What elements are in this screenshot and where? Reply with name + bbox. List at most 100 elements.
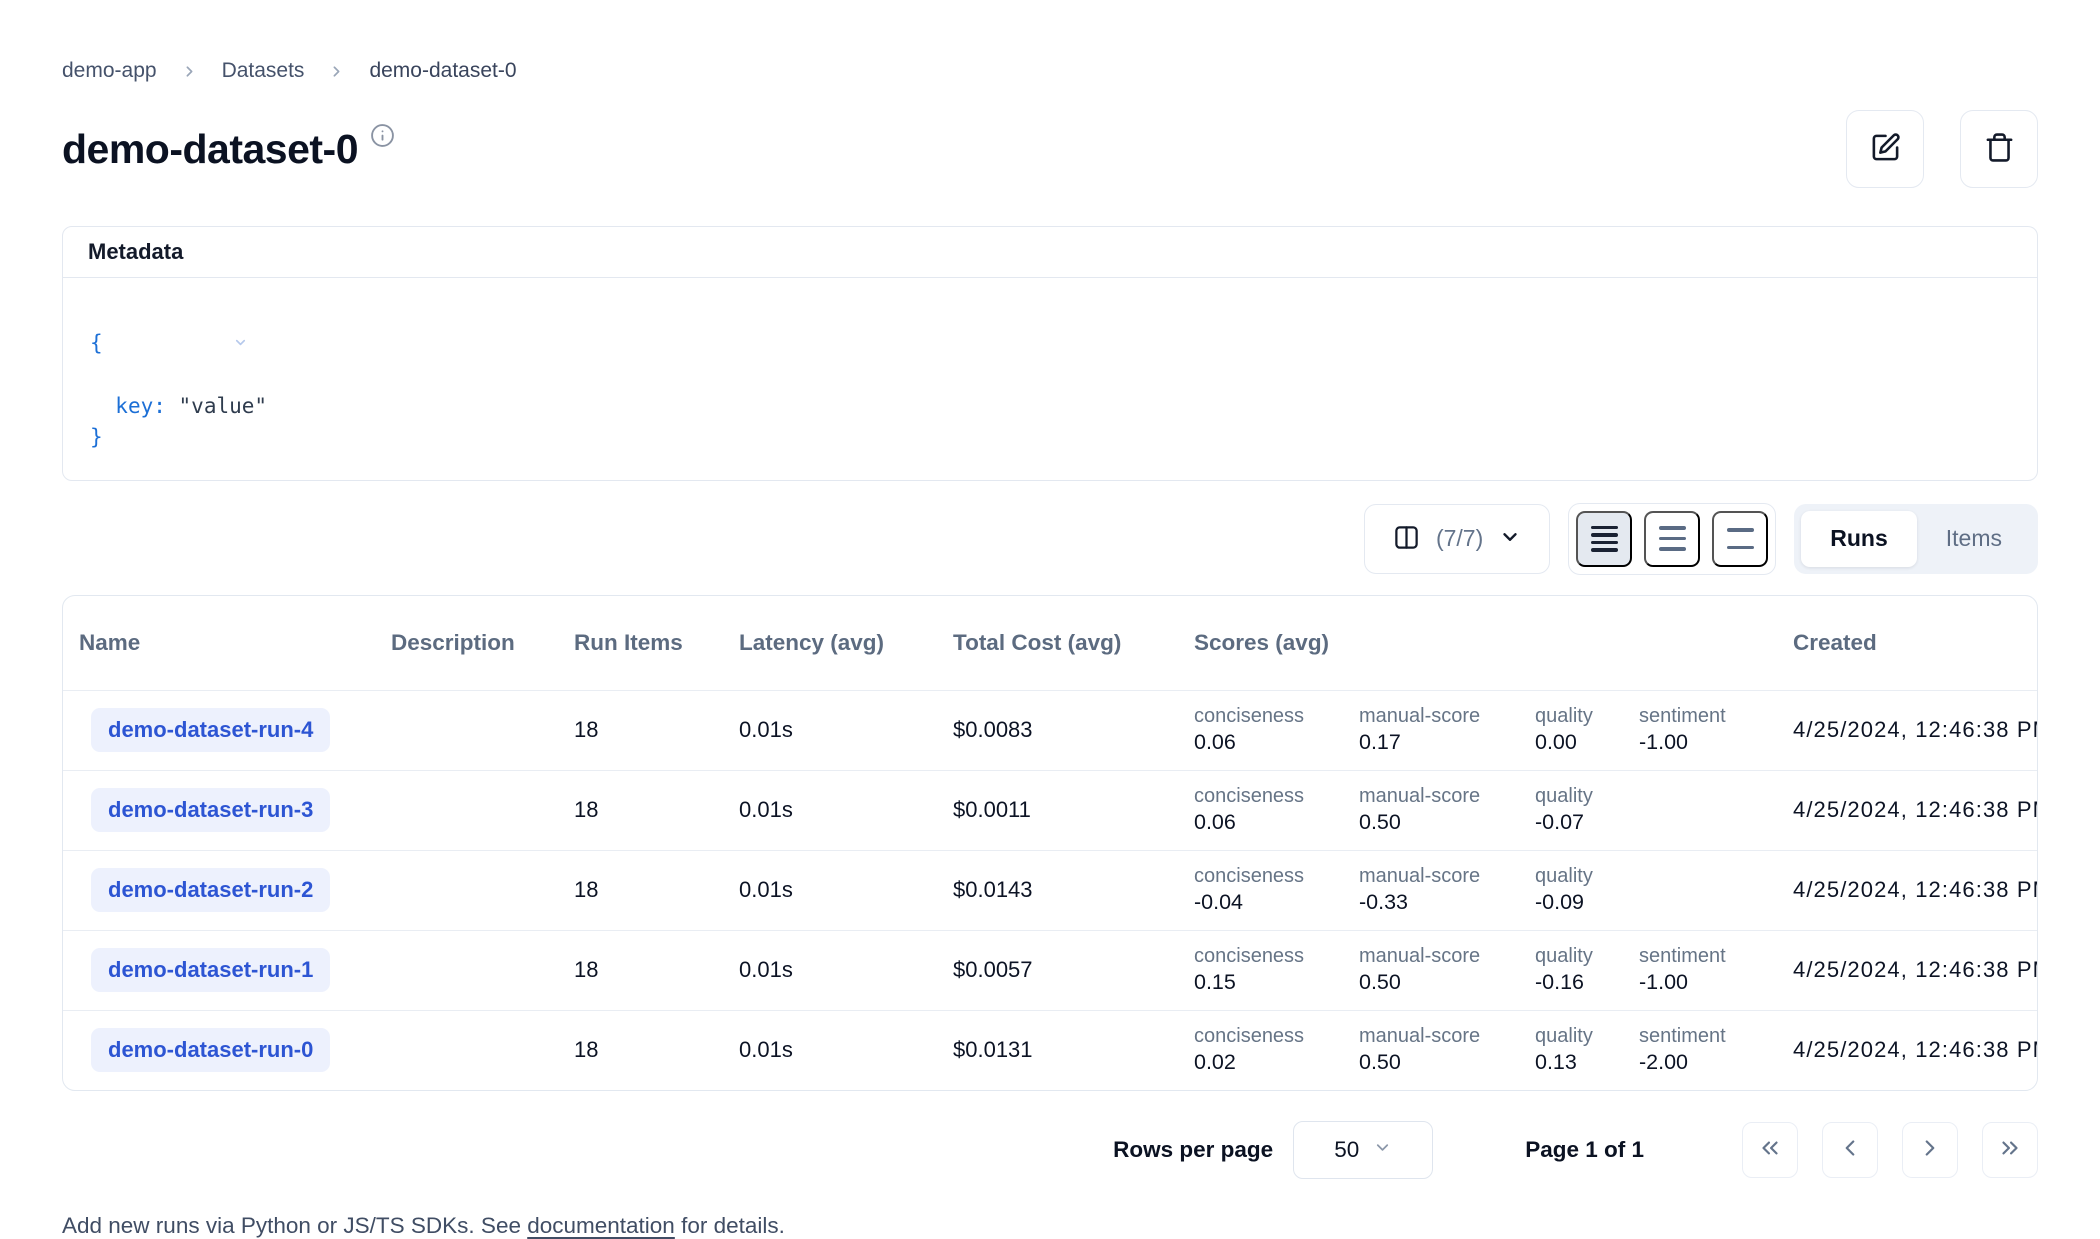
cell-description xyxy=(379,690,562,770)
cell-run-items: 18 xyxy=(562,690,727,770)
table-row: demo-dataset-run-3 18 0.01s $0.0011 conc… xyxy=(63,770,2038,850)
chevron-down-icon xyxy=(1499,526,1521,551)
cell-scores: conciseness0.06 manual-score0.17 quality… xyxy=(1182,690,1781,770)
documentation-link[interactable]: documentation xyxy=(527,1213,675,1238)
pagination-bar: Rows per page 50 Page 1 of 1 xyxy=(62,1121,2038,1179)
table-toolbar: (7/7) Runs Items xyxy=(62,503,2038,575)
tab-runs[interactable]: Runs xyxy=(1801,511,1917,567)
cell-scores: conciseness0.06 manual-score0.50 quality… xyxy=(1182,770,1781,850)
table-row: demo-dataset-run-4 18 0.01s $0.0083 conc… xyxy=(63,690,2038,770)
chevron-right-icon xyxy=(181,63,198,80)
column-header-description: Description xyxy=(379,596,562,691)
cell-created: 4/25/2024, 12:46:38 PM xyxy=(1781,770,2038,850)
cell-latency: 0.01s xyxy=(727,690,941,770)
cell-total-cost: $0.0011 xyxy=(941,770,1182,850)
column-header-scores: Scores (avg) xyxy=(1182,596,1781,691)
page-title: demo-dataset-0 xyxy=(62,121,358,177)
cell-description xyxy=(379,930,562,1010)
cell-total-cost: $0.0057 xyxy=(941,930,1182,1010)
cell-created: 4/25/2024, 12:46:38 PM xyxy=(1781,850,2038,930)
breadcrumb-datasets[interactable]: Datasets xyxy=(222,56,305,86)
column-header-latency: Latency (avg) xyxy=(727,596,941,691)
delete-dataset-button[interactable] xyxy=(1960,110,2038,188)
cell-total-cost: $0.0131 xyxy=(941,1010,1182,1090)
rows-per-page-value: 50 xyxy=(1334,1137,1359,1163)
cell-scores: conciseness0.15 manual-score0.50 quality… xyxy=(1182,930,1781,1010)
page-status: Page 1 of 1 xyxy=(1525,1137,1644,1163)
row-height-medium-icon xyxy=(1659,526,1686,530)
collapse-chevron-icon[interactable] xyxy=(107,296,248,391)
run-link[interactable]: demo-dataset-run-4 xyxy=(91,708,330,752)
cell-description xyxy=(379,770,562,850)
sdk-hint-text: Add new runs via Python or JS/TS SDKs. S… xyxy=(62,1213,2038,1239)
row-height-medium-button[interactable] xyxy=(1644,511,1700,567)
row-height-small-button[interactable] xyxy=(1576,511,1632,567)
edit-pencil-icon xyxy=(1870,132,1901,166)
column-count-label: (7/7) xyxy=(1436,525,1483,552)
json-open-brace: { xyxy=(90,328,103,360)
breadcrumb-project[interactable]: demo-app xyxy=(62,56,157,86)
columns-icon xyxy=(1393,524,1420,554)
cell-description xyxy=(379,1010,562,1090)
chevrons-left-icon xyxy=(1757,1135,1783,1164)
chevron-right-icon xyxy=(328,63,345,80)
cell-run-items: 18 xyxy=(562,1010,727,1090)
column-header-run-items: Run Items xyxy=(562,596,727,691)
metadata-card: Metadata { key: "value" } xyxy=(62,226,2038,481)
first-page-button[interactable] xyxy=(1742,1122,1798,1178)
cell-run-items: 18 xyxy=(562,930,727,1010)
title-row: demo-dataset-0 xyxy=(62,110,2038,188)
tab-items[interactable]: Items xyxy=(1917,511,2031,567)
cell-total-cost: $0.0083 xyxy=(941,690,1182,770)
json-value: "value" xyxy=(179,391,268,423)
cell-scores: conciseness-0.04 manual-score-0.33 quali… xyxy=(1182,850,1781,930)
cell-description xyxy=(379,850,562,930)
edit-dataset-button[interactable] xyxy=(1846,110,1924,188)
run-link[interactable]: demo-dataset-run-2 xyxy=(91,868,330,912)
breadcrumb: demo-app Datasets demo-dataset-0 xyxy=(62,56,2038,86)
chevrons-right-icon xyxy=(1997,1135,2023,1164)
json-close-brace: } xyxy=(90,422,103,454)
cell-created: 4/25/2024, 12:46:38 PM xyxy=(1781,930,2038,1010)
runs-table: Name Description Run Items Latency (avg)… xyxy=(63,596,2038,1090)
dataset-page: demo-app Datasets demo-dataset-0 demo-da… xyxy=(0,0,2100,1239)
column-visibility-button[interactable]: (7/7) xyxy=(1364,504,1550,574)
cell-created: 4/25/2024, 12:46:38 PM xyxy=(1781,1010,2038,1090)
runs-table-card: Name Description Run Items Latency (avg)… xyxy=(62,595,2038,1091)
column-header-name: Name xyxy=(63,596,379,691)
row-height-large-icon xyxy=(1727,528,1754,532)
run-link[interactable]: demo-dataset-run-1 xyxy=(91,948,330,992)
cell-created: 4/25/2024, 12:46:38 PM xyxy=(1781,690,2038,770)
chevron-down-icon xyxy=(1373,1137,1392,1163)
cell-latency: 0.01s xyxy=(727,930,941,1010)
breadcrumb-current-dataset[interactable]: demo-dataset-0 xyxy=(369,56,516,86)
metadata-card-title: Metadata xyxy=(63,227,2037,278)
sdk-hint-before: Add new runs via Python or JS/TS SDKs. S… xyxy=(62,1213,527,1238)
cell-total-cost: $0.0143 xyxy=(941,850,1182,930)
last-page-button[interactable] xyxy=(1982,1122,2038,1178)
chevron-right-icon xyxy=(1917,1135,1943,1164)
row-height-large-button[interactable] xyxy=(1712,511,1768,567)
pagination-nav xyxy=(1742,1122,2038,1178)
cell-scores: conciseness0.02 manual-score0.50 quality… xyxy=(1182,1010,1781,1090)
run-link[interactable]: demo-dataset-run-3 xyxy=(91,788,330,832)
column-header-total-cost: Total Cost (avg) xyxy=(941,596,1182,691)
cell-run-items: 18 xyxy=(562,850,727,930)
table-row: demo-dataset-run-1 18 0.01s $0.0057 conc… xyxy=(63,930,2038,1010)
rows-per-page-label: Rows per page xyxy=(1113,1137,1273,1163)
cell-run-items: 18 xyxy=(562,770,727,850)
cell-latency: 0.01s xyxy=(727,850,941,930)
column-header-created: Created xyxy=(1781,596,2038,691)
next-page-button[interactable] xyxy=(1902,1122,1958,1178)
previous-page-button[interactable] xyxy=(1822,1122,1878,1178)
info-icon[interactable] xyxy=(370,123,395,153)
cell-latency: 0.01s xyxy=(727,770,941,850)
row-height-toggle-group xyxy=(1568,503,1776,575)
rows-per-page-select[interactable]: 50 xyxy=(1293,1121,1433,1179)
chevron-left-icon xyxy=(1837,1135,1863,1164)
run-link[interactable]: demo-dataset-run-0 xyxy=(91,1028,330,1072)
table-row: demo-dataset-run-0 18 0.01s $0.0131 conc… xyxy=(63,1010,2038,1090)
table-row: demo-dataset-run-2 18 0.01s $0.0143 conc… xyxy=(63,850,2038,930)
json-key: key: xyxy=(115,391,166,423)
cell-latency: 0.01s xyxy=(727,1010,941,1090)
